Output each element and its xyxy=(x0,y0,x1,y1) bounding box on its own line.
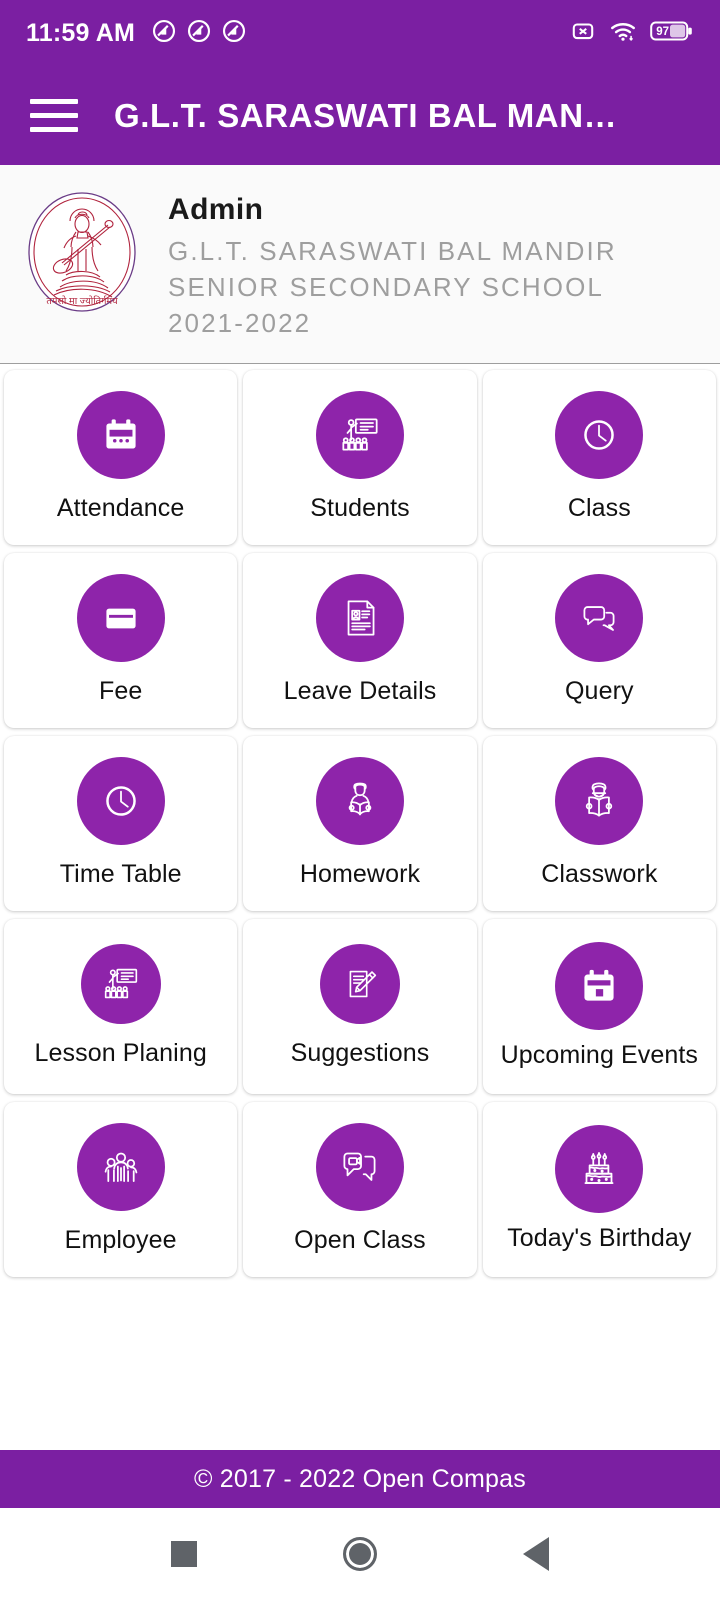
status-bar-system-icons: 97 xyxy=(570,18,694,49)
footer-bar: © 2017 - 2022 Open Compas xyxy=(0,1450,720,1508)
do-not-disturb-icon xyxy=(221,18,247,49)
profile-text-block: Admin G.L.T. SARASWATI BAL MANDIR SENIOR… xyxy=(168,185,688,341)
do-not-disturb-icon xyxy=(186,18,212,49)
status-bar-notification-icons xyxy=(151,18,247,49)
dashboard-tile-label: Leave Details xyxy=(283,677,437,705)
profile-header: तमसो मा ज्योतिर्गमय Admin G.L.T. SARASWA… xyxy=(0,165,720,364)
calendar-icon xyxy=(76,391,165,479)
dashboard-tile-attendance[interactable]: Attendance xyxy=(4,370,238,545)
no-sim-icon xyxy=(570,18,596,49)
app-root: 11:59 AM 97 G.L.T. SARASWATI BAL MAN… तम… xyxy=(0,0,720,1600)
dashboard-tile-lesson-planing[interactable]: Lesson Planing xyxy=(4,919,238,1094)
dashboard-tile-label: Attendance xyxy=(56,494,185,522)
dashboard-tile-grid: Attendance Students Class Fee Leave Detail… xyxy=(4,370,716,1277)
do-not-disturb-icon xyxy=(151,18,177,49)
dashboard-tile-label: Open Class xyxy=(294,1226,426,1254)
circle-home-icon[interactable] xyxy=(343,1537,377,1571)
dashboard-tile-label: Students xyxy=(310,494,410,522)
dashboard-tile-time-table[interactable]: Time Table xyxy=(4,736,238,911)
id-document-icon xyxy=(315,574,404,662)
android-navigation-bar xyxy=(0,1508,720,1600)
dashboard-tile-class[interactable]: Class xyxy=(482,370,716,545)
app-bar: G.L.T. SARASWATI BAL MAN… xyxy=(0,66,720,165)
square-recents-icon[interactable] xyxy=(171,1541,197,1567)
status-bar: 11:59 AM 97 xyxy=(0,0,720,66)
classroom-icon xyxy=(315,391,404,479)
dashboard-tile-open-class[interactable]: Open Class xyxy=(243,1102,477,1277)
dashboard-tile-label: Class xyxy=(567,494,631,522)
dashboard-tile-label: Homework xyxy=(299,860,421,888)
profile-session: 2021-2022 xyxy=(168,308,312,338)
dashboard-tile-homework[interactable]: Homework xyxy=(243,736,477,911)
battery-icon: 97 xyxy=(650,19,694,48)
dashboard-tile-classwork[interactable]: Classwork xyxy=(482,736,716,911)
dashboard-tile-label: Time Table xyxy=(59,860,182,888)
hamburger-bar xyxy=(30,113,78,118)
chat-bubbles-icon xyxy=(555,574,644,662)
birthday-cake-icon xyxy=(555,1125,644,1213)
dashboard-tile-label: Suggestions xyxy=(290,1039,430,1067)
hamburger-menu-icon[interactable] xyxy=(30,89,84,143)
copyright-text: © 2017 - 2022 Open Compas xyxy=(194,1464,526,1493)
dashboard-tile-label: Lesson Planing xyxy=(34,1039,207,1067)
hamburger-bar xyxy=(30,127,78,132)
dashboard-scroll-area[interactable]: Attendance Students Class Fee Leave Detail… xyxy=(0,364,720,1444)
dashboard-tile-label: Query xyxy=(565,677,634,705)
page-title: G.L.T. SARASWATI BAL MAN… xyxy=(114,96,618,134)
payment-card-icon xyxy=(76,574,165,662)
logo-motto-text: तमसो मा ज्योतिर्गमय xyxy=(46,295,118,307)
clock-icon xyxy=(76,757,165,845)
dashboard-tile-fee[interactable]: Fee xyxy=(4,553,238,728)
open-book-reader-icon xyxy=(555,757,644,845)
note-pencil-icon xyxy=(319,944,400,1024)
dashboard-tile-label: Fee xyxy=(98,677,143,705)
status-bar-clock: 11:59 AM xyxy=(26,18,136,47)
dashboard-tile-today-s-birthday[interactable]: Today's Birthday xyxy=(482,1102,716,1277)
classroom-icon xyxy=(80,944,161,1024)
dashboard-tile-leave-details[interactable]: Leave Details xyxy=(243,553,477,728)
dashboard-tile-label: Classwork xyxy=(541,860,658,888)
student-reading-icon xyxy=(315,757,404,845)
dashboard-tile-employee[interactable]: Employee xyxy=(4,1102,238,1277)
dashboard-tile-upcoming-events[interactable]: Upcoming Events xyxy=(482,919,716,1094)
profile-role: Admin xyxy=(168,193,264,226)
dashboard-tile-label: Employee xyxy=(64,1226,177,1254)
video-chat-icon xyxy=(315,1123,404,1211)
profile-school-name: G.L.T. SARASWATI BAL MANDIR SENIOR SECON… xyxy=(168,236,617,302)
school-logo-saraswati: तमसो मा ज्योतिर्गमय xyxy=(26,191,138,313)
dashboard-tile-students[interactable]: Students xyxy=(243,370,477,545)
hamburger-bar xyxy=(30,99,78,104)
battery-level-text: 97 xyxy=(656,26,669,38)
triangle-back-icon[interactable] xyxy=(523,1537,549,1571)
calendar-event-icon xyxy=(555,942,644,1030)
clock-icon xyxy=(555,391,644,479)
dashboard-tile-suggestions[interactable]: Suggestions xyxy=(243,919,477,1094)
dashboard-tile-query[interactable]: Query xyxy=(482,553,716,728)
dashboard-tile-label: Upcoming Events xyxy=(500,1041,699,1069)
dashboard-tile-label: Today's Birthday xyxy=(507,1224,692,1252)
wifi-icon xyxy=(609,18,637,49)
people-group-icon xyxy=(76,1123,165,1211)
